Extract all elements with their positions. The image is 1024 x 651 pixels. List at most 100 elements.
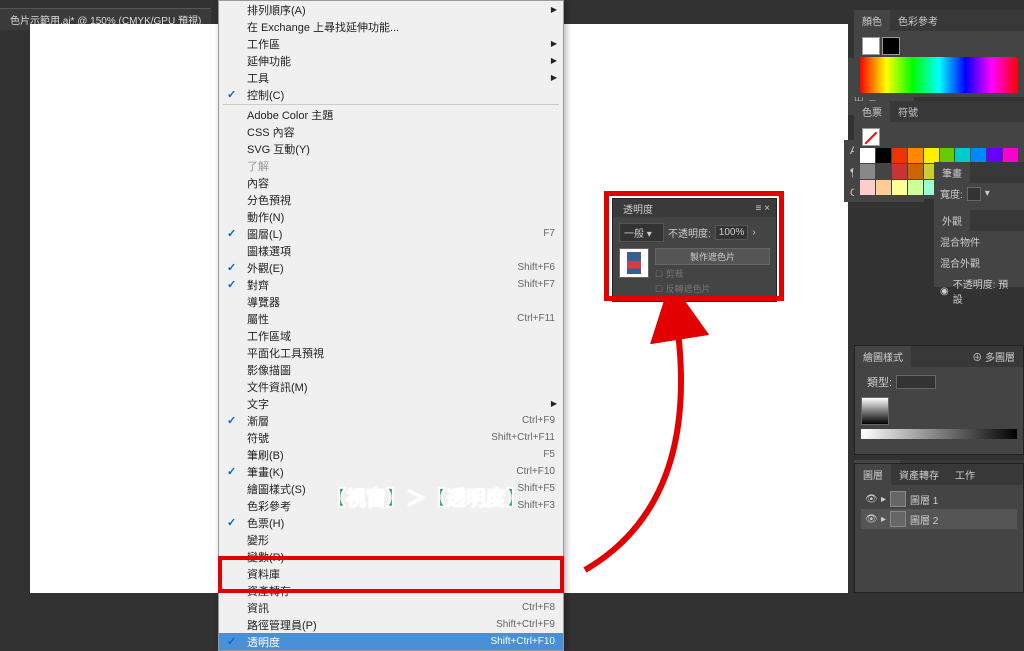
annotation-text: 【視窗】＞【透明度】	[326, 482, 526, 511]
menu-item[interactable]: 資產轉存	[219, 582, 563, 599]
width-input[interactable]	[967, 187, 981, 201]
swatch[interactable]	[908, 180, 923, 195]
menu-item[interactable]: 了解	[219, 157, 563, 174]
layer-row-1[interactable]: 👁 ▸ 圖層 1	[861, 489, 1017, 509]
gradient-slider[interactable]	[861, 429, 1017, 439]
menu-item[interactable]: 資料庫	[219, 565, 563, 582]
menu-item[interactable]: ✓外觀(E)Shift+F6	[219, 259, 563, 276]
layer-thumbnail	[890, 491, 906, 507]
swatch[interactable]	[892, 180, 907, 195]
menu-item[interactable]: 工作區域	[219, 327, 563, 344]
opacity-input[interactable]: 100%	[715, 225, 749, 240]
blend-mode-select[interactable]: 一般 ▾	[619, 223, 664, 242]
expand-icon[interactable]: ▸	[881, 514, 886, 525]
color-guide-tab[interactable]: 色彩參考	[890, 10, 946, 31]
type-label: 類型:	[867, 374, 892, 390]
menu-item[interactable]: 工作區▶	[219, 35, 563, 52]
swatch[interactable]	[860, 180, 875, 195]
swatch[interactable]	[892, 148, 907, 163]
menu-item[interactable]: ✓筆畫(K)Ctrl+F10	[219, 463, 563, 480]
visibility-icon[interactable]: 👁	[865, 514, 877, 525]
asset-export-tab[interactable]: 資產轉存	[891, 464, 947, 485]
menu-item[interactable]: 符號Shift+Ctrl+F11	[219, 429, 563, 446]
menu-item[interactable]: ✓透明度Shift+Ctrl+F10	[219, 633, 563, 650]
menu-item[interactable]: 圖樣選項	[219, 242, 563, 259]
menu-item[interactable]: ✓控制(C)	[219, 86, 563, 103]
swatch[interactable]	[971, 148, 986, 163]
menu-item[interactable]: ✓漸層Ctrl+F9	[219, 412, 563, 429]
menu-item[interactable]: ✓色票(H)	[219, 514, 563, 531]
swatch[interactable]	[924, 148, 939, 163]
menu-item[interactable]: ✓對齊Shift+F7	[219, 276, 563, 293]
menu-item[interactable]: 變形	[219, 531, 563, 548]
menu-item[interactable]: 屬性Ctrl+F11	[219, 310, 563, 327]
color-tab[interactable]: 顏色	[854, 10, 890, 31]
menu-item[interactable]: 路徑管理員(P)Shift+Ctrl+F9	[219, 616, 563, 633]
menu-item[interactable]: 在 Exchange 上尋找延伸功能...	[219, 18, 563, 35]
menu-item[interactable]: 分色預視	[219, 191, 563, 208]
menu-item[interactable]: CSS 內容	[219, 123, 563, 140]
layers-panel: 圖層 資產轉存 工作 👁 ▸ 圖層 1 👁 ▸ 圖層 2	[854, 463, 1024, 593]
graphic-styles-tab[interactable]: 繪圖樣式	[855, 346, 911, 367]
swatch[interactable]	[876, 148, 891, 163]
gradient-type[interactable]	[896, 375, 936, 389]
layer-thumbnail	[890, 511, 906, 527]
window-menu-dropdown: 排列順序(A)▶在 Exchange 上尋找延伸功能...工作區▶延伸功能▶工具…	[218, 0, 564, 651]
menu-item[interactable]: 排列順序(A)▶	[219, 1, 563, 18]
transparency-panel: 透明度 ≡ × 一般 ▾ 不透明度: 100% › 製作遮色片 ☐ 剪裁 ☐ 反…	[612, 198, 777, 302]
color-spectrum[interactable]	[860, 57, 1018, 93]
swatch[interactable]	[860, 148, 875, 163]
menu-item[interactable]: 影像描圖	[219, 361, 563, 378]
expand-icon[interactable]: ▸	[881, 494, 886, 505]
appearance-tab[interactable]: 外觀	[934, 210, 970, 231]
make-mask-button[interactable]: 製作遮色片	[655, 248, 770, 265]
menu-item[interactable]: ✓圖層(L)F7	[219, 225, 563, 242]
menu-item[interactable]: 導覽器	[219, 293, 563, 310]
clip-checkbox[interactable]: ☐ 剪裁	[655, 267, 770, 280]
swatch[interactable]	[955, 148, 970, 163]
menu-item[interactable]: 文件資訊(M)	[219, 378, 563, 395]
object-thumbnail[interactable]	[619, 248, 649, 278]
stroke-color[interactable]	[882, 37, 900, 55]
symbols-tab[interactable]: 符號	[890, 101, 926, 122]
swatch[interactable]	[987, 148, 1002, 163]
swatch[interactable]	[1003, 148, 1018, 163]
gradient-preview[interactable]	[861, 397, 889, 425]
visibility-icon[interactable]: 👁	[865, 494, 877, 505]
invert-mask-checkbox[interactable]: ☐ 反轉遮色片	[655, 282, 770, 295]
stroke-appearance-panel: 筆畫 寬度:▾ 外觀 混合物件 混合外觀 ◉ 不透明度: 預設	[934, 162, 1024, 287]
swatches-tab[interactable]: 色票	[854, 101, 890, 122]
swatch[interactable]	[940, 148, 955, 163]
swatch-fill[interactable]	[862, 128, 880, 146]
menu-item[interactable]: 筆刷(B)F5	[219, 446, 563, 463]
opacity-arrow-icon[interactable]: ›	[752, 227, 755, 238]
width-label: 寬度:	[940, 186, 963, 201]
menu-item[interactable]: 延伸功能▶	[219, 52, 563, 69]
swatch[interactable]	[876, 180, 891, 195]
swatch[interactable]	[908, 164, 923, 179]
layer-name[interactable]: 圖層 2	[910, 512, 938, 527]
menu-item[interactable]: 變數(R)	[219, 548, 563, 565]
opacity-row[interactable]: ◉ 不透明度: 預設	[934, 273, 1024, 309]
menu-item[interactable]: SVG 互動(Y)	[219, 140, 563, 157]
layer-row-2[interactable]: 👁 ▸ 圖層 2	[861, 509, 1017, 529]
menu-item[interactable]: 動作(N)	[219, 208, 563, 225]
menu-item[interactable]: 內容	[219, 174, 563, 191]
swatch[interactable]	[876, 164, 891, 179]
color-panel: 顏色 色彩參考	[854, 10, 1024, 97]
layer-name[interactable]: 圖層 1	[910, 492, 938, 507]
work-tab[interactable]: 工作	[947, 464, 983, 485]
fill-color[interactable]	[862, 37, 880, 55]
swatch[interactable]	[892, 164, 907, 179]
brushes-tab[interactable]: 筆畫	[934, 162, 970, 183]
transparency-panel-tab[interactable]: 透明度	[619, 199, 657, 218]
menu-item[interactable]: 文字▶	[219, 395, 563, 412]
layers-tab[interactable]: 圖層	[855, 464, 891, 485]
panel-menu-icon[interactable]: ≡ ×	[756, 203, 770, 214]
menu-item[interactable]: Adobe Color 主題	[219, 106, 563, 123]
menu-item[interactable]: 平面化工具預視	[219, 344, 563, 361]
menu-item[interactable]: 工具▶	[219, 69, 563, 86]
swatch[interactable]	[908, 148, 923, 163]
swatch[interactable]	[860, 164, 875, 179]
menu-item[interactable]: 資訊Ctrl+F8	[219, 599, 563, 616]
